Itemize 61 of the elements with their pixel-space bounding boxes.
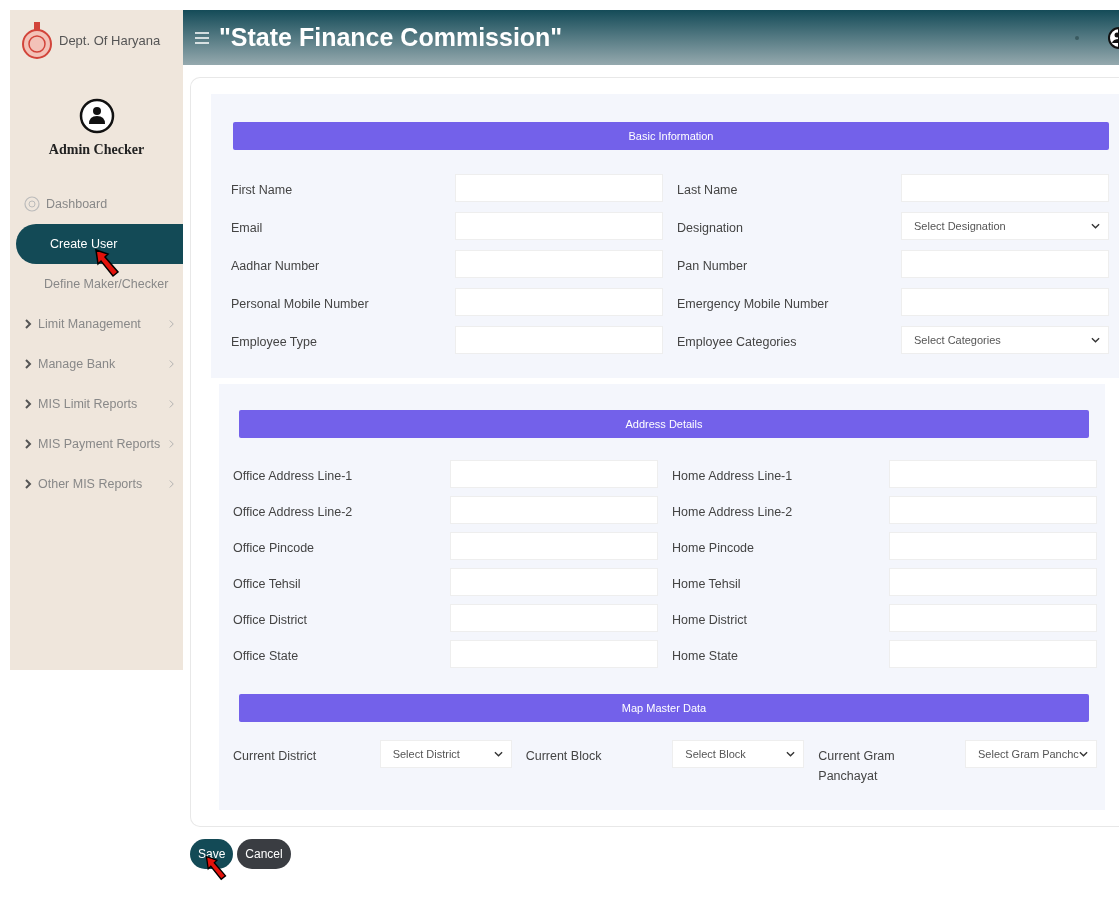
chevron-icon	[24, 359, 32, 369]
chevron-icon	[24, 479, 32, 489]
field-label: Home District	[672, 612, 747, 629]
section-header: Map Master Data	[239, 694, 1089, 722]
field-label: Employee Type	[231, 334, 317, 351]
field-label: Personal Mobile Number	[231, 296, 369, 313]
field-label: Employee Categories	[677, 334, 797, 351]
pointer-arrow-icon	[94, 248, 120, 278]
field-label: Last Name	[677, 182, 738, 199]
page-title: "State Finance Commission"	[219, 23, 563, 52]
caret-icon	[786, 751, 796, 757]
user-name: Admin Checker	[48, 142, 145, 158]
select-field[interactable]: Select Gram Panchc	[965, 740, 1097, 768]
caret-icon	[1079, 751, 1088, 757]
cancel-button[interactable]: Cancel	[237, 839, 291, 869]
section-header: Address Details	[239, 410, 1089, 438]
field-label: Home Pincode	[672, 540, 754, 557]
select-field[interactable]: Select Block	[672, 740, 805, 768]
status-dot-icon	[1075, 35, 1079, 40]
emblem-icon	[20, 20, 54, 60]
save-button[interactable]: Save	[190, 839, 234, 869]
section-header: Basic Information	[233, 122, 1109, 150]
select-field[interactable]: Select District	[379, 740, 512, 768]
field-label: Designation	[677, 220, 743, 237]
field-label: Office Pincode	[233, 540, 315, 557]
field-label: Office Tehsil	[233, 576, 301, 593]
field-label: First Name	[231, 182, 293, 199]
select-field[interactable]: Select Designation	[901, 212, 1109, 240]
user-avatar-icon	[78, 98, 115, 134]
field-label: Pan Number	[677, 258, 748, 275]
field-label: Current Gram Panchayat	[818, 748, 896, 785]
select-field[interactable]: Select Categories	[901, 326, 1109, 354]
chevron-icon	[24, 319, 32, 329]
field-label: Home Address Line-1	[672, 468, 793, 485]
field-label: Office District	[233, 612, 308, 629]
chevron-icon	[168, 439, 175, 449]
field-label: Current District	[233, 748, 317, 765]
field-label: Emergency Mobile Number	[677, 296, 829, 313]
chevron-icon	[168, 359, 175, 369]
chevron-icon	[24, 399, 32, 409]
chevron-icon	[168, 319, 175, 329]
field-label: Email	[231, 220, 263, 237]
chevron-icon	[168, 479, 175, 489]
caret-icon	[1091, 223, 1100, 229]
menu-icon[interactable]	[195, 31, 209, 44]
org-name: Dept. Of Haryana	[59, 32, 161, 48]
field-label: Home Tehsil	[672, 576, 741, 593]
chevron-icon	[168, 399, 175, 409]
sidebar-item[interactable]: Create User	[16, 224, 183, 264]
field-label: Home Address Line-2	[672, 504, 793, 521]
field-label: Office Address Line-1	[233, 468, 353, 485]
field-label: Current Block	[525, 748, 602, 765]
caret-icon	[1091, 337, 1100, 343]
caret-icon	[493, 751, 503, 757]
field-label: Aadhar Number	[231, 258, 320, 275]
chevron-icon	[24, 439, 32, 449]
field-label: Office Address Line-2	[233, 504, 353, 521]
user-avatar-icon[interactable]	[1107, 25, 1119, 50]
field-label: Home State	[672, 648, 738, 665]
field-label: Office State	[233, 648, 299, 665]
dashboard-icon	[24, 196, 40, 212]
